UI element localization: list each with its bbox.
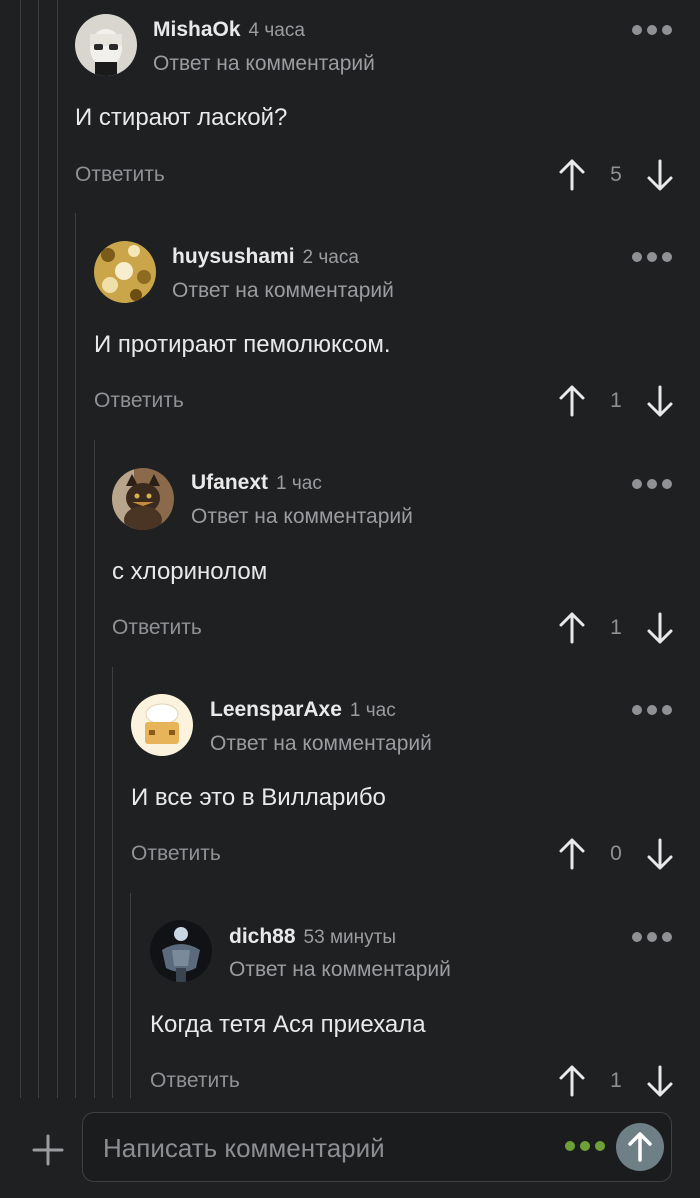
username-text[interactable]: huysushami	[172, 245, 295, 268]
vote-score: 1	[610, 389, 622, 412]
downvote-arrow-icon[interactable]	[645, 384, 675, 418]
comment-text: И все это в Вилларибо	[131, 784, 386, 811]
reply-button[interactable]: Ответить	[150, 1069, 240, 1093]
plus-icon[interactable]	[30, 1132, 66, 1168]
thread-line	[38, 0, 39, 1098]
username-text[interactable]: LeensparAxe	[210, 698, 342, 721]
username[interactable]: Ufanext 1 час	[191, 471, 322, 495]
reply-to-label[interactable]: Ответ на комментарий	[191, 505, 413, 529]
gold-pattern-avatar[interactable]	[94, 241, 156, 303]
username[interactable]: dich88 53 минуты	[229, 925, 396, 949]
username[interactable]: LeensparAxe 1 час	[210, 698, 396, 722]
reply-to-label[interactable]: Ответ на комментарий	[210, 732, 432, 756]
username-text[interactable]: MishaOk	[153, 18, 241, 41]
comment-time: 53 минуты	[303, 927, 396, 948]
username[interactable]: huysushami 2 часа	[172, 245, 359, 269]
thread-line	[20, 0, 21, 1098]
comment-text: И протирают пемолюксом.	[94, 331, 391, 358]
reply-button[interactable]: Ответить	[94, 389, 184, 413]
upvote-arrow-icon[interactable]	[557, 837, 587, 871]
reply-button[interactable]: Ответить	[75, 163, 165, 187]
downvote-arrow-icon[interactable]	[645, 158, 675, 192]
comment-input[interactable]	[101, 1125, 545, 1171]
reply-button[interactable]: Ответить	[112, 616, 202, 640]
vote-score: 1	[610, 1069, 622, 1092]
upvote-arrow-icon[interactable]	[557, 1064, 587, 1098]
comment-composer	[0, 1098, 700, 1198]
upvote-arrow-icon[interactable]	[557, 611, 587, 645]
downvote-arrow-icon[interactable]	[645, 1064, 675, 1098]
send-button[interactable]	[616, 1123, 664, 1171]
thread-line	[112, 667, 113, 1098]
comment-text: с хлоринолом	[112, 558, 268, 585]
comment-time: 1 час	[276, 473, 322, 494]
more-options-icon[interactable]	[632, 929, 672, 945]
downvote-arrow-icon[interactable]	[645, 837, 675, 871]
thread-line	[75, 213, 76, 1098]
username-text[interactable]: dich88	[229, 925, 296, 948]
more-options-icon[interactable]	[632, 476, 672, 492]
reply-to-label[interactable]: Ответ на комментарий	[153, 52, 375, 76]
vote-score: 1	[610, 616, 622, 639]
downvote-arrow-icon[interactable]	[645, 611, 675, 645]
upvote-arrow-icon[interactable]	[557, 158, 587, 192]
comment-text: Когда тетя Ася приехала	[150, 1011, 426, 1038]
comment-time: 2 часа	[302, 247, 359, 268]
muscle-figure-avatar[interactable]	[150, 920, 212, 982]
more-options-icon[interactable]	[632, 702, 672, 718]
more-options-icon[interactable]	[632, 22, 672, 38]
username[interactable]: MishaOk 4 часа	[153, 18, 305, 42]
comment-input-box[interactable]	[82, 1112, 672, 1182]
comment-time: 4 часа	[248, 20, 305, 41]
reply-to-label[interactable]: Ответ на комментарий	[229, 958, 451, 982]
emoji-dots-icon[interactable]	[565, 1141, 605, 1151]
upvote-arrow-icon[interactable]	[557, 384, 587, 418]
thread-line	[94, 440, 95, 1098]
thread-line	[130, 893, 131, 1098]
vote-score: 0	[610, 842, 622, 865]
username-text[interactable]: Ufanext	[191, 471, 268, 494]
more-options-icon[interactable]	[632, 249, 672, 265]
comment-time: 1 час	[349, 700, 396, 721]
send-arrow-icon	[628, 1132, 652, 1162]
comment-text: И стирают лаской?	[75, 104, 288, 131]
vote-score: 5	[610, 163, 622, 186]
man-with-glasses-avatar[interactable]	[75, 14, 137, 76]
cat-avatar[interactable]	[112, 468, 174, 530]
chef-avatar[interactable]	[131, 694, 193, 756]
reply-to-label[interactable]: Ответ на комментарий	[172, 279, 394, 303]
thread-line	[57, 0, 58, 1098]
reply-button[interactable]: Ответить	[131, 842, 221, 866]
